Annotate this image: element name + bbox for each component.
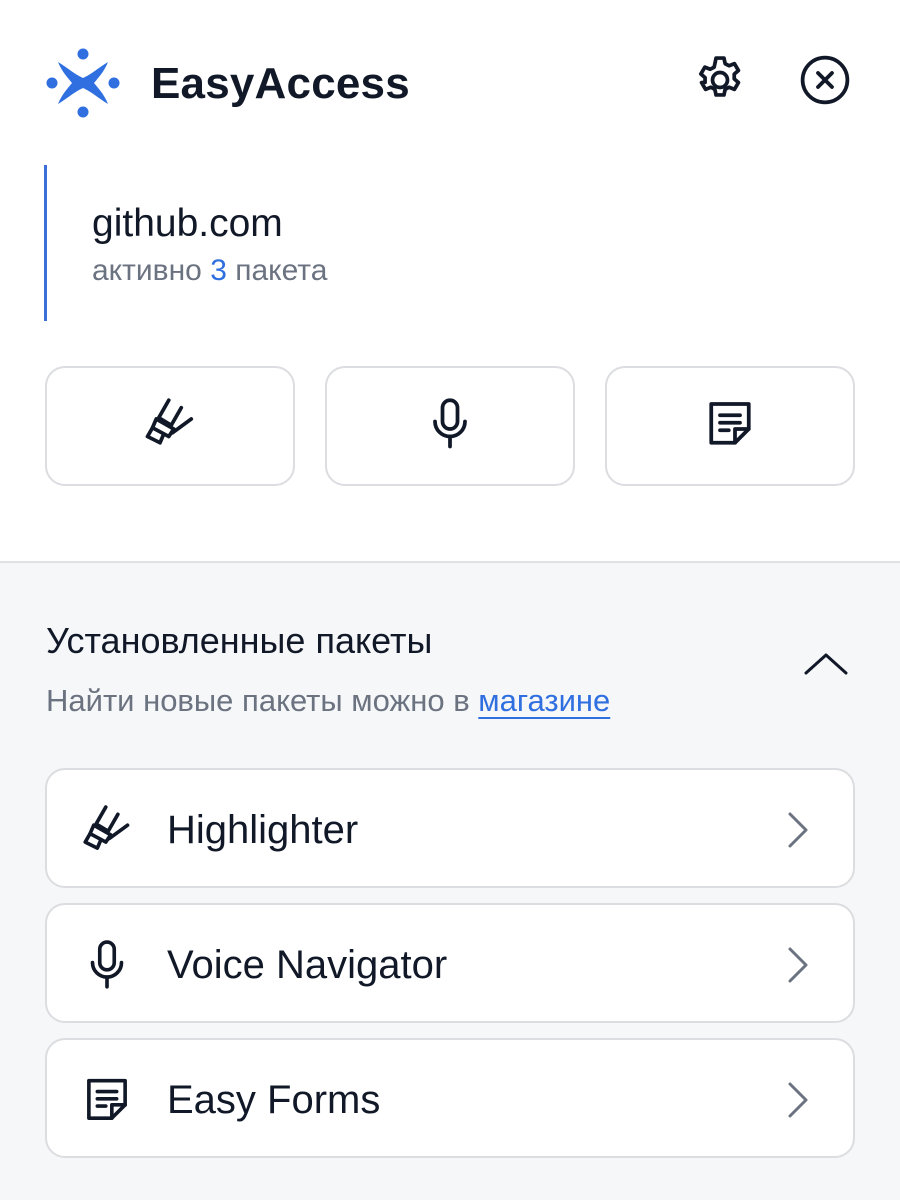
microphone-icon [77, 935, 137, 995]
section-subtitle: Найти новые пакеты можно в магазине [46, 681, 610, 721]
current-site-info: github.com активно 3 пакета [44, 165, 644, 321]
chevron-right-icon [783, 945, 813, 985]
gear-icon [692, 52, 748, 113]
section-title: Установленные пакеты [46, 620, 433, 661]
easyaccess-logo-icon [44, 44, 122, 122]
highlighter-icon [140, 394, 200, 459]
package-item-voice-navigator[interactable]: Voice Navigator [45, 903, 855, 1023]
chevron-right-icon [783, 1080, 813, 1120]
microphone-icon [420, 394, 480, 459]
quick-highlighter-button[interactable] [45, 366, 295, 486]
status-suffix: пакета [235, 254, 328, 287]
store-link[interactable]: магазине [478, 683, 610, 718]
package-item-easy-forms[interactable]: Easy Forms [45, 1038, 855, 1158]
close-circle-icon [797, 52, 853, 113]
highlighter-icon [77, 800, 137, 860]
close-button[interactable] [795, 52, 855, 112]
form-note-icon [700, 394, 760, 459]
settings-button[interactable] [690, 52, 750, 112]
quick-forms-button[interactable] [605, 366, 855, 486]
app-title: EasyAccess [151, 59, 410, 108]
package-label: Highlighter [167, 808, 359, 852]
collapse-button[interactable] [796, 641, 856, 691]
header: EasyAccess [0, 0, 900, 165]
installed-packages-section: Установленные пакеты Найти новые пакеты … [0, 561, 900, 1200]
chevron-up-icon [802, 649, 850, 684]
form-note-icon [77, 1070, 137, 1130]
package-label: Voice Navigator [167, 943, 448, 987]
package-item-highlighter[interactable]: Highlighter [45, 768, 855, 888]
subtitle-text: Найти новые пакеты можно в [46, 683, 470, 718]
easyaccess-panel: EasyAccess github.com активно 3 пакета У… [0, 0, 900, 1200]
site-domain: github.com [92, 202, 283, 245]
site-status: активно 3 пакета [92, 253, 327, 289]
status-prefix: активно [92, 254, 202, 287]
active-count: 3 [210, 254, 227, 287]
quick-voice-button[interactable] [325, 366, 575, 486]
package-label: Easy Forms [167, 1078, 381, 1122]
chevron-right-icon [783, 810, 813, 850]
